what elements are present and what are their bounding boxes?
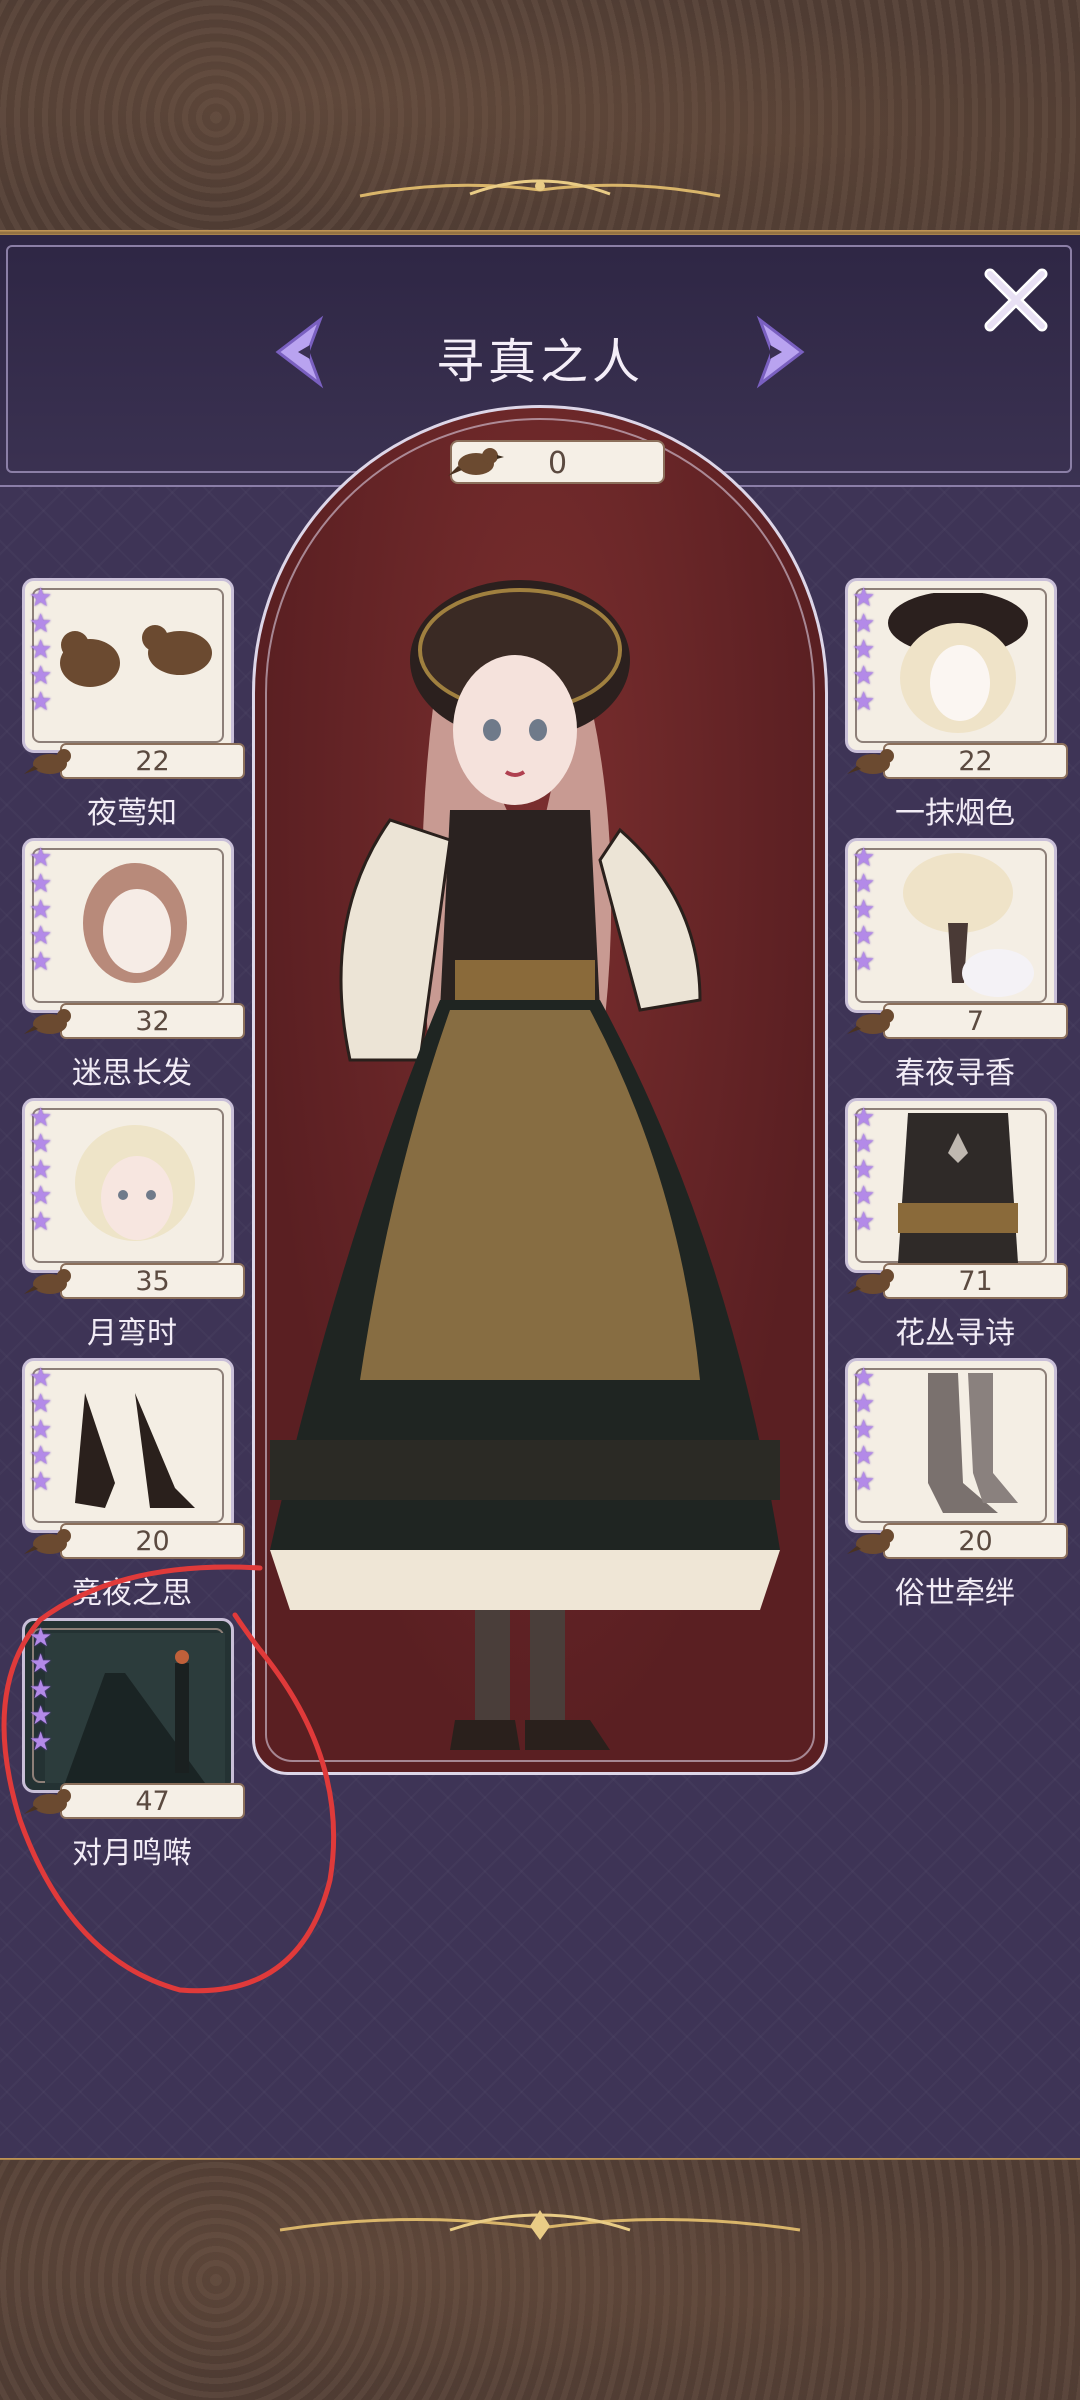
bird-icon [24, 749, 71, 774]
item-card-right-1[interactable]: ★ ★ ★ ★ ★ 22 一抹烟色 [845, 578, 1068, 831]
corset-icon [898, 1113, 1018, 1263]
close-icon [984, 268, 1048, 332]
item-card-left-1[interactable]: ★ ★ ★ ★ ★ 22 夜莺知 [22, 578, 245, 831]
rarity-stars: ★ ★ ★ ★ ★ [29, 583, 53, 717]
bird-icon [448, 448, 504, 476]
item-count: 7 [883, 1003, 1068, 1039]
bird-icon [24, 1269, 71, 1294]
item-thumbnail: ★ ★ ★ ★ ★ [845, 578, 1057, 753]
item-thumbnail: ★ ★ ★ ★ ★ [22, 838, 234, 1013]
item-card-left-3[interactable]: ★ ★ ★ ★ ★ 35 月弯时 [22, 1098, 245, 1351]
item-count: 35 [60, 1263, 245, 1299]
item-thumbnail: ★ ★ ★ ★ ★ [845, 1358, 1057, 1533]
rarity-stars: ★ ★ ★ ★ ★ [29, 843, 53, 977]
item-card-left-2[interactable]: ★ ★ ★ ★ ★ 32 迷思长发 [22, 838, 245, 1091]
item-name: 月弯时 [87, 1316, 177, 1351]
item-card-left-5[interactable]: ★ ★ ★ ★ ★ 47 对月鸣啭 [22, 1618, 245, 1871]
bird-icon [847, 749, 894, 774]
item-name: 春夜寻香 [895, 1056, 1015, 1091]
stockings-icon [928, 1373, 1018, 1513]
item-count: 20 [883, 1523, 1068, 1559]
item-thumbnail: ★ ★ ★ ★ ★ [22, 1358, 234, 1533]
rarity-stars: ★ ★ ★ ★ ★ [29, 1363, 53, 1497]
top-flourish [0, 168, 1080, 208]
bird-icon [24, 1789, 71, 1814]
item-name: 夜莺知 [87, 796, 177, 831]
bird-icon [24, 1529, 71, 1554]
rarity-stars: ★ ★ ★ ★ ★ [852, 1103, 876, 1237]
bottom-frame [0, 2160, 1080, 2400]
item-count: 32 [60, 1003, 245, 1039]
item-name: 迷思长发 [72, 1056, 192, 1091]
item-name: 俗世牵绊 [895, 1576, 1015, 1611]
item-count: 47 [60, 1783, 245, 1819]
item-count: 20 [60, 1523, 245, 1559]
item-card-right-4[interactable]: ★ ★ ★ ★ ★ 20 俗世牵绊 [845, 1358, 1068, 1611]
shoes-icon [75, 1393, 195, 1508]
bird-icon [847, 1009, 894, 1034]
bird-icon [24, 1009, 71, 1034]
close-button[interactable] [978, 262, 1054, 338]
item-card-right-3[interactable]: ★ ★ ★ ★ ★ 71 花丛寻诗 [845, 1098, 1068, 1351]
accessory-icon [903, 853, 1034, 997]
item-count: 71 [883, 1263, 1068, 1299]
page-title: 寻真之人 [435, 334, 644, 390]
scene-icon [45, 1633, 225, 1783]
item-card-left-4[interactable]: ★ ★ ★ ★ ★ 20 竟夜之思 [22, 1358, 245, 1611]
item-name: 花丛寻诗 [895, 1316, 1015, 1351]
bottom-flourish [0, 2200, 1080, 2250]
item-count: 22 [60, 743, 245, 779]
next-button[interactable] [742, 312, 822, 392]
rarity-stars: ★ ★ ★ ★ ★ [29, 1103, 53, 1237]
chevron-left-icon [275, 315, 324, 389]
face-icon [75, 1125, 195, 1241]
chevron-right-icon [756, 315, 805, 389]
item-name: 一抹烟色 [895, 796, 1015, 831]
bird-icon [847, 1269, 894, 1294]
item-card-right-2[interactable]: ★ ★ ★ ★ ★ 7 春夜寻香 [845, 838, 1068, 1091]
hair-icon [888, 593, 1028, 733]
item-thumbnail: ★ ★ ★ ★ ★ [845, 838, 1057, 1013]
item-thumbnail: ★ ★ ★ ★ ★ [22, 578, 234, 753]
item-thumbnail: ★ ★ ★ ★ ★ [22, 1618, 234, 1793]
item-count: 22 [883, 743, 1068, 779]
hair-icon [83, 863, 187, 983]
rarity-stars: ★ ★ ★ ★ ★ [852, 843, 876, 977]
prev-button[interactable] [258, 312, 338, 392]
bird-icon [60, 625, 212, 687]
item-thumbnail: ★ ★ ★ ★ ★ [845, 1098, 1057, 1273]
rarity-stars: ★ ★ ★ ★ ★ [29, 1623, 53, 1757]
bird-icon [847, 1529, 894, 1554]
item-thumbnail: ★ ★ ★ ★ ★ [22, 1098, 234, 1273]
rarity-stars: ★ ★ ★ ★ ★ [852, 1363, 876, 1497]
rarity-stars: ★ ★ ★ ★ ★ [852, 583, 876, 717]
